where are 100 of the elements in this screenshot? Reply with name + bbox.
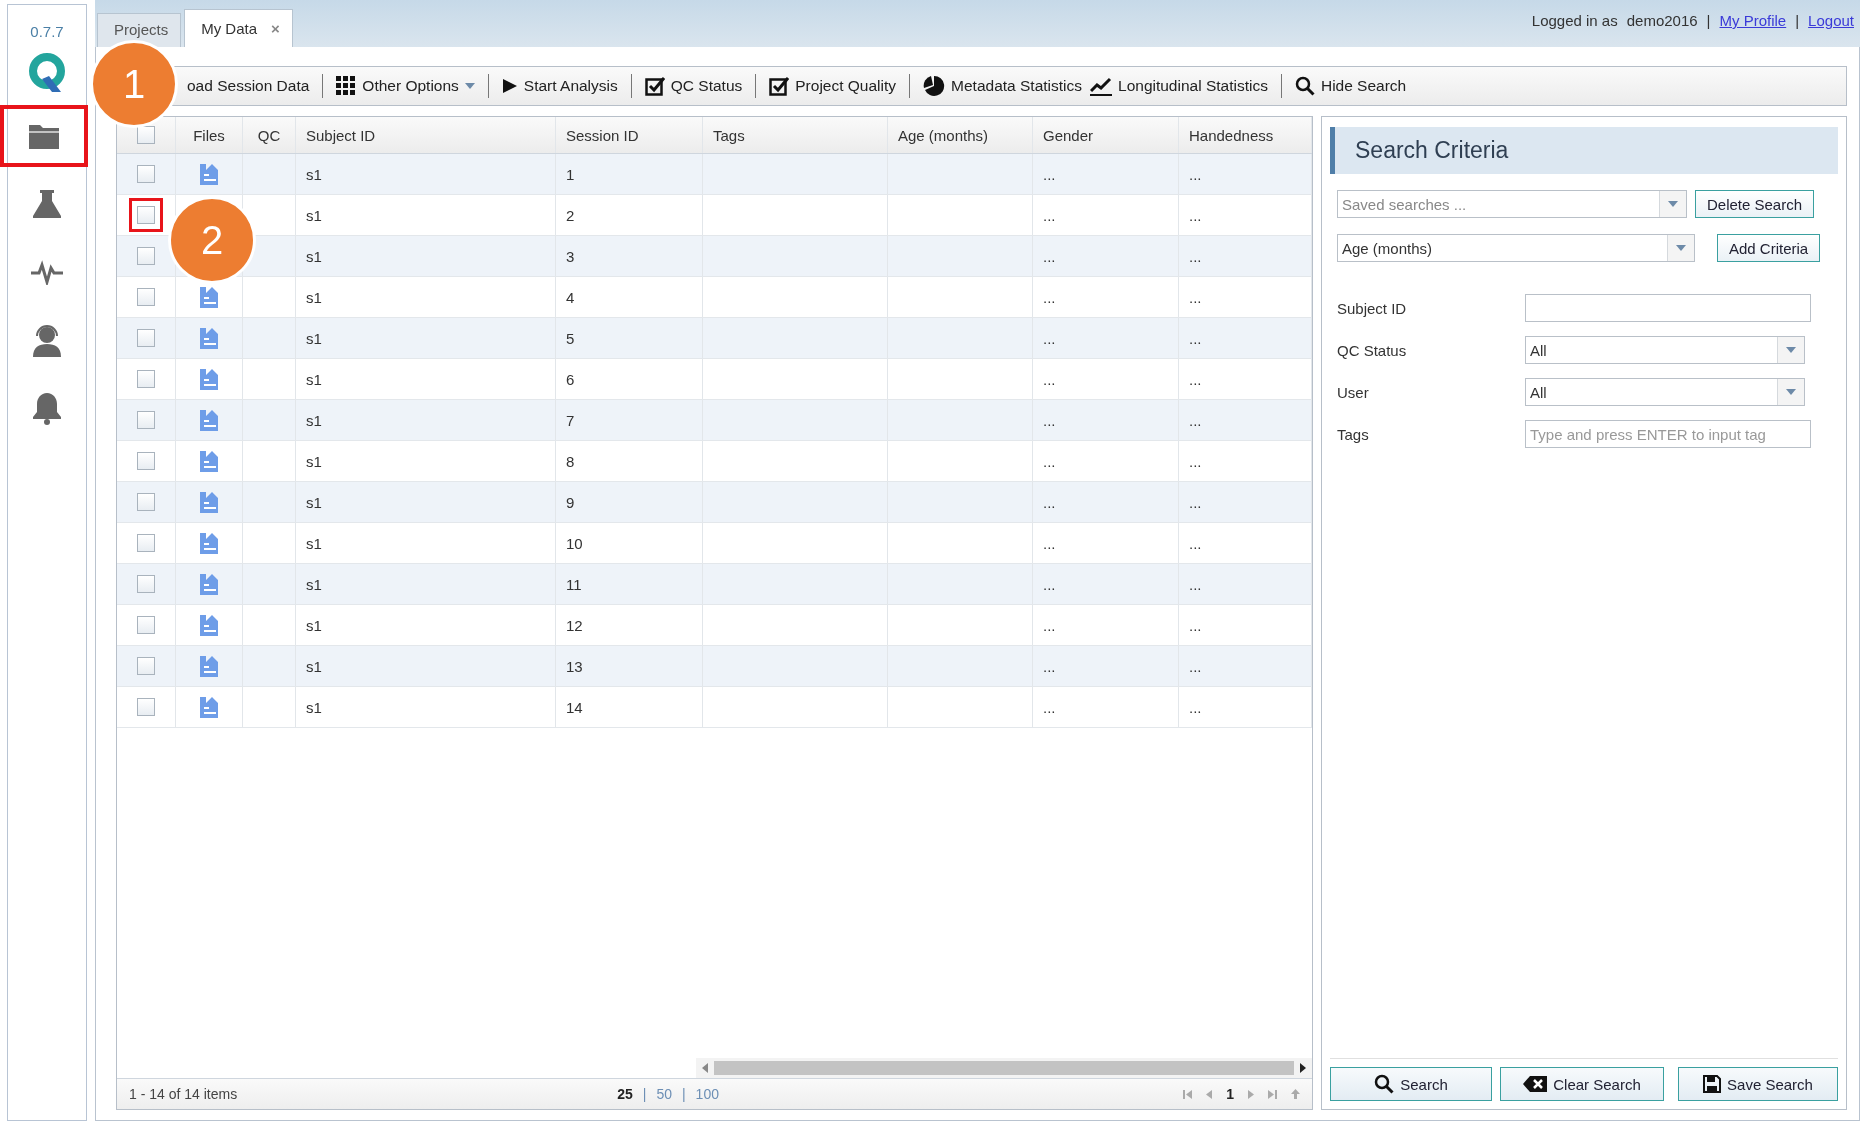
horizontal-scrollbar[interactable]	[696, 1058, 1312, 1078]
backspace-icon	[1523, 1076, 1548, 1092]
table-cell: ...	[1179, 400, 1312, 440]
column-header[interactable]: Files	[176, 117, 243, 153]
table-cell: s1	[296, 646, 556, 686]
column-header[interactable]: Tags	[703, 117, 888, 153]
table-cell: ...	[1179, 277, 1312, 317]
arrow-up-icon[interactable]	[1291, 1089, 1300, 1099]
toolbar-button[interactable]: oad Session Data	[183, 74, 314, 98]
table-cell: 7	[556, 400, 703, 440]
criteria-select[interactable]: Age (months)	[1337, 234, 1695, 262]
toolbar-button[interactable]: Project Quality	[765, 73, 901, 99]
row-checkbox[interactable]	[137, 575, 155, 593]
row-checkbox[interactable]	[137, 534, 155, 552]
headset-person-icon	[31, 323, 63, 357]
table-cell: ...	[1033, 400, 1179, 440]
last-page-icon[interactable]	[1268, 1089, 1277, 1099]
line-chart-icon	[1090, 76, 1112, 96]
table-cell: s1	[296, 318, 556, 358]
user-link[interactable]: My Profile	[1719, 12, 1787, 47]
select-field[interactable]: All	[1525, 378, 1805, 406]
scroll-left-icon[interactable]	[702, 1063, 708, 1073]
checkbox-tick-icon	[644, 76, 665, 96]
input-field[interactable]: Type and press ENTER to input tag	[1525, 420, 1811, 448]
add-criteria-button[interactable]: Add Criteria	[1717, 234, 1821, 262]
file-icon[interactable]	[199, 655, 219, 677]
file-icon[interactable]	[199, 450, 219, 472]
table-cell: ...	[1033, 277, 1179, 317]
file-icon[interactable]	[199, 696, 219, 718]
file-icon[interactable]	[199, 614, 219, 636]
first-page-icon[interactable]	[1183, 1089, 1193, 1099]
row-checkbox[interactable]	[137, 206, 155, 224]
table-cell: ...	[1179, 195, 1312, 235]
delete-search-button[interactable]: Delete Search	[1695, 190, 1815, 218]
row-checkbox[interactable]	[137, 657, 155, 675]
table-cell: s1	[296, 277, 556, 317]
table-cell: ...	[1179, 605, 1312, 645]
file-icon[interactable]	[199, 409, 219, 431]
row-checkbox[interactable]	[137, 493, 155, 511]
file-icon[interactable]	[199, 286, 219, 308]
table-cell: 10	[556, 523, 703, 563]
column-header[interactable]: Subject ID	[296, 117, 556, 153]
row-checkbox[interactable]	[137, 698, 155, 716]
table-cell: 2	[556, 195, 703, 235]
row-checkbox[interactable]	[137, 370, 155, 388]
column-header[interactable]: Age (months)	[888, 117, 1033, 153]
previous-page-icon[interactable]	[1206, 1089, 1213, 1099]
select-field[interactable]: All	[1525, 336, 1805, 364]
pulse-icon	[30, 259, 64, 285]
tab[interactable]: My Data ×	[184, 9, 293, 47]
row-checkbox[interactable]	[137, 616, 155, 634]
saved-searches-select[interactable]: Saved searches ...	[1337, 190, 1687, 218]
toolbar-button[interactable]: Hide Search	[1290, 73, 1411, 99]
row-checkbox[interactable]	[137, 329, 155, 347]
column-header[interactable]: Gender	[1033, 117, 1179, 153]
column-header[interactable]: Session ID	[556, 117, 703, 153]
next-page-icon[interactable]	[1248, 1089, 1254, 1099]
table-cell: s1	[296, 523, 556, 563]
toolbar-button[interactable]: Other Options	[332, 73, 479, 99]
toolbar-button[interactable]: Metadata Statistics	[919, 72, 1086, 100]
file-icon[interactable]	[199, 368, 219, 390]
file-icon[interactable]	[199, 532, 219, 554]
page-size-option[interactable]: 25	[617, 1086, 633, 1102]
table-cell: s1	[296, 564, 556, 604]
close-icon[interactable]: ×	[271, 20, 280, 37]
row-checkbox[interactable]	[137, 452, 155, 470]
toolbar-button[interactable]: QC Status	[640, 73, 747, 99]
table-cell: s1	[296, 605, 556, 645]
file-icon[interactable]	[199, 573, 219, 595]
row-checkbox[interactable]	[137, 165, 155, 183]
save-search-button[interactable]: Save Search	[1678, 1067, 1838, 1101]
field-label: QC Status	[1337, 341, 1408, 359]
table-cell: ...	[1033, 646, 1179, 686]
table-cell: ...	[1033, 605, 1179, 645]
toolbar-button[interactable]: Start Analysis	[497, 74, 622, 98]
row-checkbox[interactable]	[137, 247, 155, 265]
callout-marker: 2	[168, 196, 256, 284]
toolbar-button[interactable]: Longitudinal Statistics	[1086, 73, 1272, 99]
column-header[interactable]: QC	[243, 117, 296, 153]
separator-text: |	[1795, 12, 1800, 31]
file-icon[interactable]	[199, 491, 219, 513]
clear-search-button[interactable]: Clear Search	[1500, 1067, 1664, 1101]
tab[interactable]: Projects	[97, 13, 182, 47]
row-checkbox[interactable]	[137, 411, 155, 429]
input-field[interactable]	[1525, 294, 1811, 322]
table-cell: ...	[1033, 195, 1179, 235]
column-header[interactable]: Handedness	[1179, 117, 1312, 153]
table-cell: 9	[556, 482, 703, 522]
dropdown-caret-icon	[1676, 245, 1686, 251]
file-icon[interactable]	[199, 163, 219, 185]
version-label: 0.7.7	[30, 23, 64, 40]
file-icon[interactable]	[199, 327, 219, 349]
search-button[interactable]: Search	[1330, 1067, 1492, 1101]
user-link[interactable]: Logout	[1808, 12, 1854, 47]
table-cell: ...	[1033, 687, 1179, 727]
row-checkbox[interactable]	[137, 288, 155, 306]
select-all-checkbox[interactable]	[137, 126, 155, 144]
table-cell: 8	[556, 441, 703, 481]
table-cell: ...	[1033, 359, 1179, 399]
scroll-right-icon[interactable]	[1300, 1063, 1306, 1073]
